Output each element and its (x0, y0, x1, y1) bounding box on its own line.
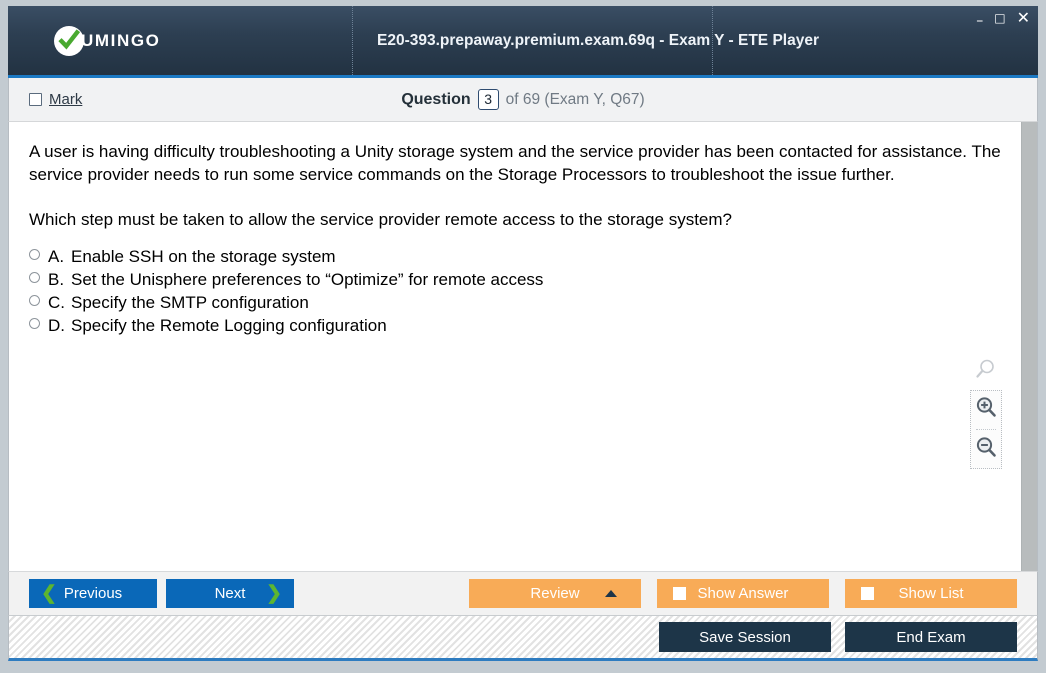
show-answer-button[interactable]: Show Answer (657, 579, 829, 608)
question-total-label: of 69 (Exam Y, Q67) (505, 90, 645, 108)
title-bar: UMINGO E20-393.prepaway.premium.exam.69q… (8, 6, 1038, 78)
zoom-tools (969, 358, 1003, 469)
answer-option-c[interactable]: C. Specify the SMTP configuration (29, 293, 1001, 313)
radio-d[interactable] (29, 317, 40, 329)
next-button[interactable]: Next ❯ (166, 579, 294, 608)
show-answer-checkbox[interactable] (673, 587, 686, 600)
status-bar: Save Session End Exam (8, 615, 1038, 661)
question-content: A user is having difficulty troubleshoot… (9, 122, 1021, 571)
question-info-bar: Mark Question 3 of 69 (Exam Y, Q67) (8, 78, 1038, 122)
minimize-icon[interactable]: – (976, 14, 983, 28)
vertical-scrollbar[interactable] (1021, 122, 1037, 571)
option-text-a: Enable SSH on the storage system (71, 246, 336, 266)
review-button-label: Review (530, 585, 580, 602)
question-content-pane: A user is having difficulty troubleshoot… (8, 122, 1038, 571)
option-letter-b: B. (48, 269, 65, 289)
show-list-label: Show List (898, 585, 964, 602)
zoom-button-group (970, 390, 1002, 469)
review-button[interactable]: Review (469, 579, 641, 608)
radio-b[interactable] (29, 271, 40, 283)
answer-option-a[interactable]: A. Enable SSH on the storage system (29, 247, 1001, 267)
show-list-checkbox[interactable] (861, 587, 874, 600)
chevron-right-icon: ❯ (266, 583, 282, 604)
chevron-left-icon: ❮ (41, 583, 57, 604)
question-counter: Question 3 of 69 (Exam Y, Q67) (9, 89, 1037, 110)
zoom-tools-divider (976, 429, 996, 430)
option-text-d: Specify the Remote Logging configuration (71, 315, 387, 335)
answer-options: A. Enable SSH on the storage system B. S… (29, 247, 1001, 336)
end-exam-label: End Exam (896, 628, 966, 646)
window-controls: – □ ✕ (976, 10, 1030, 29)
show-answer-label: Show Answer (697, 585, 789, 602)
check-circle-icon (54, 25, 84, 56)
option-letter-a: A. (48, 246, 65, 266)
window-title-pane: E20-393.prepaway.premium.exam.69q - Exam… (353, 6, 819, 75)
mark-label: Mark (49, 91, 82, 108)
question-body: A user is having difficulty troubleshoot… (29, 142, 1001, 185)
radio-c[interactable] (29, 294, 40, 306)
option-letter-c: C. (48, 292, 65, 312)
mark-checkbox-group[interactable]: Mark (29, 91, 82, 108)
show-list-button[interactable]: Show List (845, 579, 1017, 608)
question-label: Question (401, 90, 471, 108)
logo-wordmark: UMINGO (81, 30, 161, 50)
magnifier-icon[interactable] (975, 358, 997, 385)
maximize-icon[interactable]: □ (994, 12, 1005, 24)
save-session-button[interactable]: Save Session (659, 622, 831, 652)
option-text-b: Set the Unisphere preferences to “Optimi… (71, 269, 544, 289)
previous-button-label: Previous (63, 585, 123, 602)
logo-pane: UMINGO (8, 6, 353, 75)
option-letter-d: D. (48, 315, 65, 335)
radio-a[interactable] (29, 248, 40, 260)
next-button-label: Next (214, 585, 246, 602)
chevron-up-icon (605, 590, 617, 597)
navigation-button-bar: ❮ Previous Next ❯ Review Show Answer Sho… (8, 571, 1038, 615)
save-session-label: Save Session (699, 628, 791, 646)
close-icon[interactable]: ✕ (1017, 10, 1030, 26)
vumingo-logo: UMINGO (54, 25, 161, 56)
ete-player-window: UMINGO E20-393.prepaway.premium.exam.69q… (0, 0, 1046, 673)
answer-option-d[interactable]: D. Specify the Remote Logging configurat… (29, 316, 1001, 336)
question-prompt: Which step must be taken to allow the se… (29, 209, 732, 229)
previous-button[interactable]: ❮ Previous (29, 579, 157, 608)
end-exam-button[interactable]: End Exam (845, 622, 1017, 652)
mark-label-text: Mark (49, 91, 83, 108)
zoom-out-icon[interactable] (975, 436, 997, 463)
mark-checkbox[interactable] (29, 93, 42, 106)
zoom-in-icon[interactable] (975, 396, 997, 423)
answer-option-b[interactable]: B. Set the Unisphere preferences to “Opt… (29, 270, 1001, 290)
question-number-input[interactable]: 3 (477, 89, 499, 110)
option-text-c: Specify the SMTP configuration (71, 292, 309, 312)
